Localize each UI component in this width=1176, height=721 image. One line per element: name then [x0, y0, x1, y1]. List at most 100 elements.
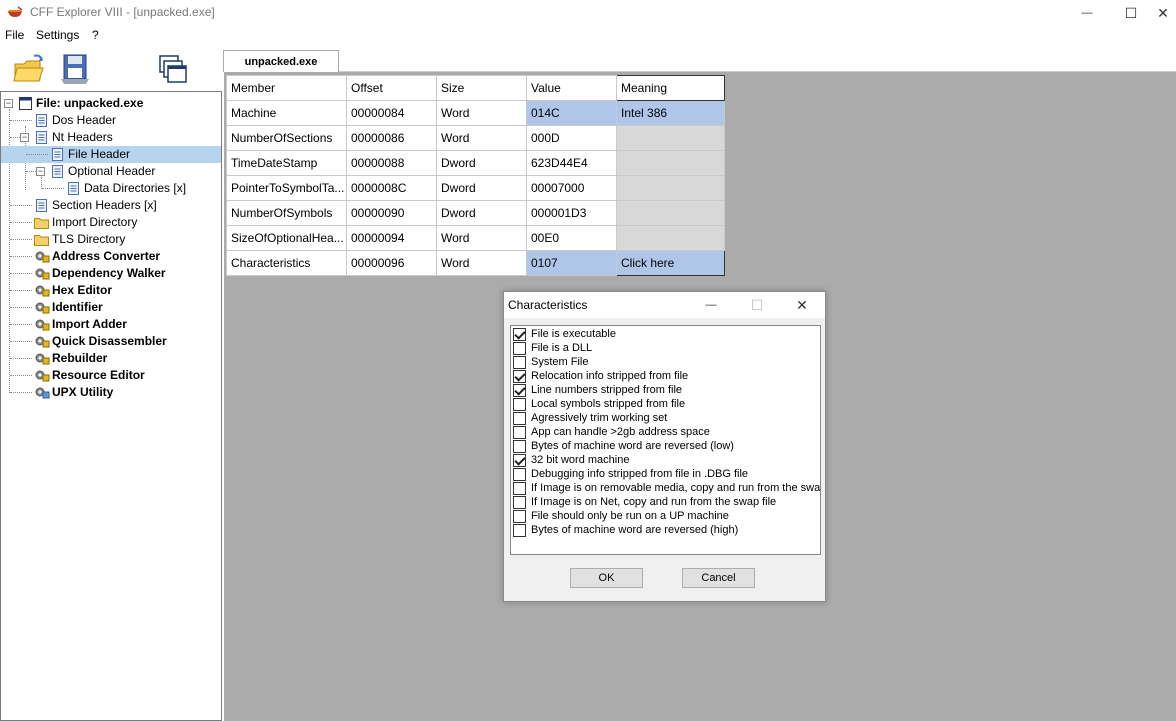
cell-size[interactable]: Word — [436, 250, 527, 276]
dialog-title-bar[interactable]: Characteristics — ☐ ✕ — [504, 292, 825, 318]
cell-offset[interactable]: 00000094 — [346, 225, 437, 251]
cell-size[interactable]: Word — [436, 125, 527, 151]
column-header-meaning[interactable]: Meaning — [616, 75, 725, 101]
tree-item-import-directory[interactable]: Import Directory — [1, 214, 221, 231]
checkbox-local-symbols-stripped[interactable]: Local symbols stripped from file — [513, 397, 820, 411]
tree-item-address-converter[interactable]: Address Converter — [1, 248, 221, 265]
tree-item-optional-header[interactable]: − Optional Header — [1, 163, 221, 180]
tree-item-import-adder[interactable]: Import Adder — [1, 316, 221, 333]
checkbox-unchecked[interactable] — [513, 481, 526, 495]
table-row[interactable]: NumberOfSymbols 00000090 Dword 000001D3 — [226, 200, 725, 226]
checkbox-line-numbers-stripped[interactable]: Line numbers stripped from file — [513, 383, 820, 397]
checkbox-unchecked[interactable] — [513, 425, 526, 439]
tree-item-quick-disassembler[interactable]: Quick Disassembler — [1, 333, 221, 350]
cancel-button[interactable]: Cancel — [682, 568, 755, 588]
checkbox-unchecked[interactable] — [513, 397, 526, 411]
minimize-button[interactable]: — — [1064, 0, 1110, 26]
checkbox-unchecked[interactable] — [513, 467, 526, 481]
column-header-size[interactable]: Size — [436, 75, 527, 101]
cell-member[interactable]: NumberOfSymbols — [226, 200, 347, 226]
tree-item-tls-directory[interactable]: TLS Directory — [1, 231, 221, 248]
collapse-icon[interactable]: − — [20, 133, 29, 142]
checkbox-unchecked[interactable] — [513, 341, 526, 355]
column-header-value[interactable]: Value — [526, 75, 617, 101]
cell-member[interactable]: Characteristics — [226, 250, 347, 276]
cell-size[interactable]: Dword — [436, 150, 527, 176]
cell-size[interactable]: Dword — [436, 175, 527, 201]
cell-value[interactable]: 000D — [526, 125, 617, 151]
cell-member[interactable]: NumberOfSections — [226, 125, 347, 151]
checkbox-file-is-dll[interactable]: File is a DLL — [513, 341, 820, 355]
tree-item-dependency-walker[interactable]: Dependency Walker — [1, 265, 221, 282]
checkbox-trim-working-set[interactable]: Agressively trim working set — [513, 411, 820, 425]
tree-item-hex-editor[interactable]: Hex Editor — [1, 282, 221, 299]
cell-member[interactable]: TimeDateStamp — [226, 150, 347, 176]
close-button[interactable]: ✕ — [1140, 0, 1176, 26]
cell-offset[interactable]: 00000088 — [346, 150, 437, 176]
save-disk-icon[interactable] — [58, 52, 92, 86]
cell-offset[interactable]: 00000084 — [346, 100, 437, 126]
checkbox-large-address-aware[interactable]: App can handle >2gb address space — [513, 425, 820, 439]
cell-size[interactable]: Word — [436, 100, 527, 126]
cell-value[interactable]: 623D44E4 — [526, 150, 617, 176]
checkbox-unchecked[interactable] — [513, 411, 526, 425]
tree-item-dos-header[interactable]: Dos Header — [1, 112, 221, 129]
cell-offset[interactable]: 00000096 — [346, 250, 437, 276]
tree-item-identifier[interactable]: Identifier — [1, 299, 221, 316]
checkbox-unchecked[interactable] — [513, 439, 526, 453]
windows-icon[interactable] — [156, 52, 190, 86]
ok-button[interactable]: OK — [570, 568, 643, 588]
cell-value[interactable]: 000001D3 — [526, 200, 617, 226]
checkbox-checked[interactable] — [513, 383, 526, 397]
menu-help[interactable]: ? — [92, 28, 99, 42]
tree-item-upx-utility[interactable]: UPX Utility — [1, 384, 221, 401]
column-header-member[interactable]: Member — [226, 75, 347, 101]
cell-value[interactable]: 00E0 — [526, 225, 617, 251]
checkbox-checked[interactable] — [513, 453, 526, 467]
cell-value[interactable]: 014C — [526, 100, 617, 126]
tree-item-file-header[interactable]: File Header — [1, 146, 221, 163]
table-row[interactable]: TimeDateStamp 00000088 Dword 623D44E4 — [226, 150, 725, 176]
tree-item-data-directories[interactable]: Data Directories [x] — [1, 180, 221, 197]
menu-settings[interactable]: Settings — [36, 28, 79, 42]
tab-unpacked-exe[interactable]: unpacked.exe — [223, 50, 339, 72]
menu-file[interactable]: File — [5, 28, 24, 42]
cell-member[interactable]: SizeOfOptionalHea... — [226, 225, 347, 251]
dialog-minimize-button[interactable]: — — [688, 292, 734, 318]
checkbox-unchecked[interactable] — [513, 355, 526, 369]
checkbox-unchecked[interactable] — [513, 495, 526, 509]
table-row[interactable]: PointerToSymbolTa... 0000008C Dword 0000… — [226, 175, 725, 201]
cell-value[interactable]: 0107 — [526, 250, 617, 276]
cell-value[interactable]: 00007000 — [526, 175, 617, 201]
tree-item-rebuilder[interactable]: Rebuilder — [1, 350, 221, 367]
open-folder-icon[interactable] — [12, 52, 46, 86]
cell-offset[interactable]: 00000090 — [346, 200, 437, 226]
collapse-icon[interactable]: − — [4, 99, 13, 108]
cell-offset[interactable]: 0000008C — [346, 175, 437, 201]
checkbox-up-system-only[interactable]: File should only be run on a UP machine — [513, 509, 820, 523]
cell-size[interactable]: Dword — [436, 200, 527, 226]
cell-member[interactable]: Machine — [226, 100, 347, 126]
checkbox-bytes-reversed-high[interactable]: Bytes of machine word are reversed (high… — [513, 523, 820, 537]
checkbox-removable-run-from-swap[interactable]: If Image is on removable media, copy and… — [513, 481, 820, 495]
checkbox-unchecked[interactable] — [513, 509, 526, 523]
checkbox-file-is-executable[interactable]: File is executable — [513, 327, 820, 341]
table-row[interactable]: Machine 00000084 Word 014C Intel 386 — [226, 100, 725, 126]
tree-item-resource-editor[interactable]: Resource Editor — [1, 367, 221, 384]
table-row[interactable]: NumberOfSections 00000086 Word 000D — [226, 125, 725, 151]
collapse-icon[interactable]: − — [36, 167, 45, 176]
cell-size[interactable]: Word — [436, 225, 527, 251]
checkbox-relocation-stripped[interactable]: Relocation info stripped from file — [513, 369, 820, 383]
dialog-close-button[interactable]: ✕ — [779, 292, 825, 318]
cell-member[interactable]: PointerToSymbolTa... — [226, 175, 347, 201]
checkbox-net-run-from-swap[interactable]: If Image is on Net, copy and run from th… — [513, 495, 820, 509]
table-row[interactable]: Characteristics 00000096 Word 0107 Click… — [226, 250, 725, 276]
checkbox-unchecked[interactable] — [513, 523, 526, 537]
checkbox-32bit-machine[interactable]: 32 bit word machine — [513, 453, 820, 467]
table-row[interactable]: SizeOfOptionalHea... 00000094 Word 00E0 — [226, 225, 725, 251]
checkbox-debug-stripped[interactable]: Debugging info stripped from file in .DB… — [513, 467, 820, 481]
tree-item-nt-headers[interactable]: − Nt Headers — [1, 129, 221, 146]
checkbox-system-file[interactable]: System File — [513, 355, 820, 369]
checkbox-bytes-reversed-low[interactable]: Bytes of machine word are reversed (low) — [513, 439, 820, 453]
checkbox-checked[interactable] — [513, 327, 526, 341]
